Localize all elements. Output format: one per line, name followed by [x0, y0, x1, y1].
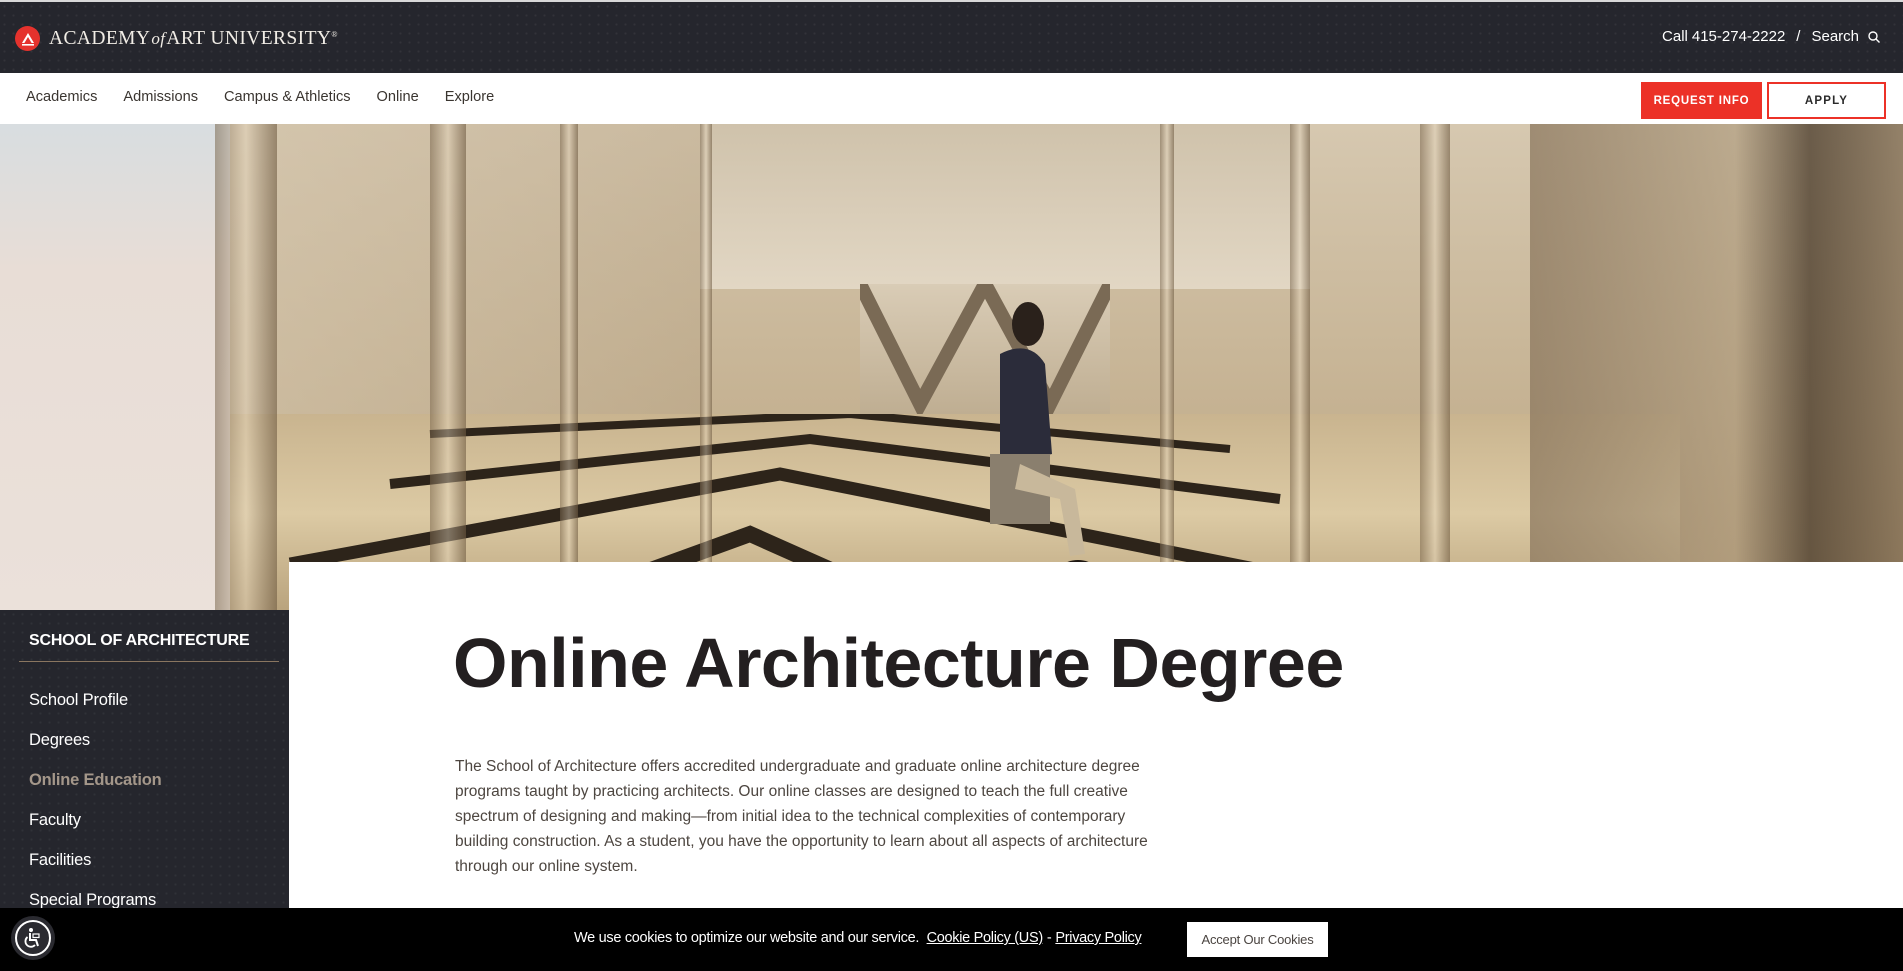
sidebar-title[interactable]: SCHOOL OF ARCHITECTURE	[29, 632, 250, 650]
utility-links: Call 415-274-2222 / Search	[1662, 28, 1881, 45]
apply-button[interactable]: APPLY	[1767, 82, 1886, 119]
top-header: ACADEMYofART UNIVERSITY® Call 415-274-22…	[0, 0, 1903, 73]
cookie-banner: We use cookies to optimize our website a…	[0, 908, 1903, 971]
hero-person-figure	[960, 294, 1092, 584]
request-info-button[interactable]: REQUEST INFO	[1641, 82, 1762, 119]
phone-link[interactable]: 415-274-2222	[1692, 28, 1785, 45]
section-sidebar: SCHOOL OF ARCHITECTURE School Profile De…	[0, 610, 289, 909]
logo-mark-icon	[15, 26, 40, 51]
sidebar-divider	[19, 661, 279, 662]
call-label: Call	[1662, 28, 1688, 45]
sidebar-item-school-profile[interactable]: School Profile	[29, 691, 161, 731]
sidebar-item-online-education[interactable]: Online Education	[29, 771, 162, 811]
cookie-message-text: We use cookies to optimize our website a…	[574, 930, 920, 946]
cookie-policy-link[interactable]: Cookie Policy (US)	[927, 930, 1044, 946]
main-nav: Academics Admissions Campus & Athletics …	[0, 73, 1903, 124]
accept-cookies-button[interactable]: Accept Our Cookies	[1187, 922, 1328, 957]
intro-paragraph: The School of Architecture offers accred…	[455, 758, 1148, 875]
cookie-message: We use cookies to optimize our website a…	[574, 930, 1142, 946]
nav-campus-athletics[interactable]: Campus & Athletics	[224, 89, 351, 105]
sidebar-item-degrees[interactable]: Degrees	[29, 731, 161, 771]
accessibility-button[interactable]	[11, 916, 55, 960]
sidebar-item-facilities[interactable]: Facilities	[29, 851, 161, 891]
hero-ceiling	[700, 124, 1310, 289]
logo-text: ACADEMYofART UNIVERSITY®	[49, 27, 338, 49]
search-link[interactable]: Search	[1811, 28, 1859, 45]
nav-academics[interactable]: Academics	[26, 89, 97, 105]
content-panel	[289, 562, 1903, 612]
hero-sky	[0, 124, 230, 611]
sidebar-item-faculty[interactable]: Faculty	[29, 811, 161, 851]
hero-image	[0, 124, 1903, 611]
cookie-separator: -	[1046, 930, 1052, 946]
nav-explore[interactable]: Explore	[445, 89, 494, 105]
nav-admissions[interactable]: Admissions	[123, 89, 198, 105]
nav-online[interactable]: Online	[377, 89, 419, 105]
search-icon[interactable]	[1867, 30, 1881, 44]
separator: /	[1796, 28, 1801, 45]
hero-right-glass	[1530, 124, 1903, 611]
wheelchair-icon	[15, 920, 51, 956]
privacy-policy-link[interactable]: Privacy Policy	[1055, 930, 1141, 946]
logo[interactable]: ACADEMYofART UNIVERSITY®	[15, 26, 338, 51]
page-title: Online Architecture Degree	[453, 624, 1344, 702]
